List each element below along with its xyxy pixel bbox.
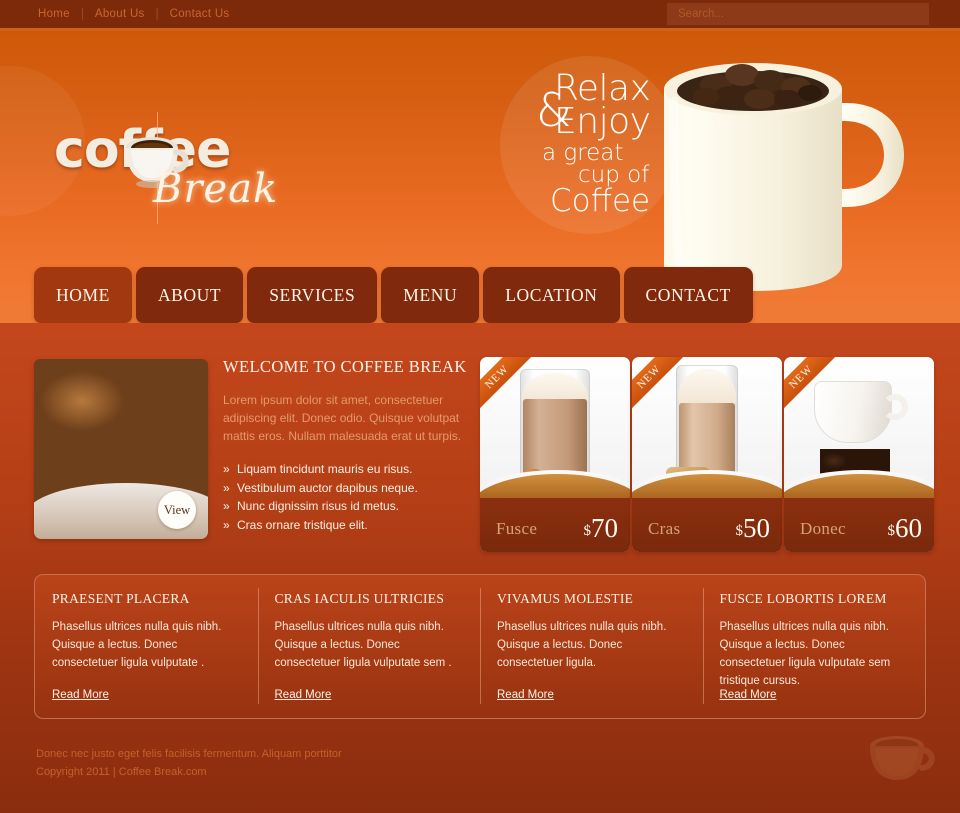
product-card-footer: Cras $50 (632, 498, 782, 552)
welcome-bullet-item: Nunc dignissim risus id metus. (223, 497, 468, 516)
footer: Donec nec justo eget felis facilisis fer… (0, 733, 960, 813)
search-box[interactable] (667, 3, 929, 25)
topbar-link-home[interactable]: Home (36, 8, 72, 20)
topbar-separator: | (80, 8, 84, 20)
welcome-heading: WELCOME TO COFFEE BREAK (223, 357, 467, 376)
main-navigation: HOME ABOUT SERVICES MENU LOCATION CONTAC… (34, 267, 753, 323)
product-name: Fusce (496, 519, 538, 538)
welcome-bullet-item: Vestibulum auctor dapibus neque. (223, 479, 468, 498)
welcome-paragraph: Lorem ipsum dolor sit amet, consectetuer… (223, 393, 462, 443)
product-name: Cras (648, 519, 681, 538)
footer-copyright: Copyright 2011 | Coffee Break.com (36, 766, 207, 778)
nav-item-services[interactable]: SERVICES (247, 267, 378, 323)
product-card-footer: Donec $60 (784, 498, 934, 552)
price-value: 70 (591, 513, 618, 543)
product-card[interactable]: NEW Donec $60 (784, 357, 934, 552)
read-more-link[interactable]: Read More (275, 689, 332, 701)
product-card-list: NEW Fusce $70 NEW Cras $50 NEW Donec $60 (480, 357, 934, 552)
read-more-link[interactable]: Read More (497, 689, 554, 701)
product-price: $70 (584, 513, 619, 544)
logo-script-text: Break (153, 166, 279, 212)
nav-item-contact[interactable]: CONTACT (623, 267, 753, 323)
topbar-link-contact-us[interactable]: Contact Us (168, 8, 232, 20)
info-box-title: CRAS IACULIS ULTRICIES (274, 591, 445, 606)
info-box: CRAS IACULIS ULTRICIES Phasellus ultrice… (257, 575, 481, 718)
read-more-link[interactable]: Read More (720, 689, 777, 701)
nav-item-home[interactable]: HOME (34, 267, 132, 323)
info-box: PRAESENT PLACERA Phasellus ultrices null… (35, 575, 258, 718)
nav-item-about[interactable]: ABOUT (135, 267, 244, 323)
price-value: 50 (743, 513, 770, 543)
topbar-link-about-us[interactable]: About Us (93, 8, 147, 20)
info-box: VIVAMUS MOLESTIE Phasellus ultrices null… (480, 575, 703, 718)
footer-text-line-1: Donec nec justo eget felis facilisis fer… (36, 748, 342, 760)
site-logo[interactable]: coffee Break (48, 112, 318, 226)
coffee-cup-icon (870, 736, 935, 780)
info-box-body: Phasellus ultrices nulla quis nibh. Quis… (497, 621, 667, 669)
slogan-ampersand: & (536, 83, 572, 137)
info-box-title: PRAESENT PLACERA (52, 591, 190, 606)
view-button[interactable]: View (158, 491, 196, 529)
price-value: 60 (895, 513, 922, 543)
product-card[interactable]: NEW Fusce $70 (480, 357, 630, 552)
welcome-bullet-item: Liquam tincidunt mauris eu risus. (223, 460, 468, 479)
info-box-body: Phasellus ultrices nulla quis nibh. Quis… (274, 621, 452, 669)
feature-image-card[interactable]: View (34, 359, 208, 539)
read-more-link[interactable]: Read More (52, 689, 109, 701)
nav-item-location[interactable]: LOCATION (483, 267, 620, 323)
product-price: $60 (888, 513, 923, 544)
product-card-footer: Fusce $70 (480, 498, 630, 552)
product-card[interactable]: NEW Cras $50 (632, 357, 782, 552)
welcome-bullet-list: Liquam tincidunt mauris eu risus. Vestib… (223, 460, 468, 534)
product-price: $50 (736, 513, 771, 544)
welcome-section: WELCOME TO COFFEE BREAK Lorem ipsum dolo… (223, 357, 468, 534)
info-box-title: VIVAMUS MOLESTIE (497, 591, 634, 606)
currency-symbol: $ (887, 523, 896, 539)
product-name: Donec (800, 519, 846, 538)
topbar-links: Home | About Us | Contact Us (36, 8, 231, 20)
info-box: FUSCE LOBORTIS LOREM Phasellus ultrices … (702, 575, 926, 718)
topbar-separator: | (155, 8, 159, 20)
topbar: Home | About Us | Contact Us (0, 0, 960, 28)
info-box-title: FUSCE LOBORTIS LOREM (719, 591, 887, 606)
currency-symbol: $ (583, 523, 592, 539)
info-boxes-panel: PRAESENT PLACERA Phasellus ultrices null… (34, 574, 926, 719)
currency-symbol: $ (735, 523, 744, 539)
search-input[interactable] (667, 3, 929, 25)
info-box-body: Phasellus ultrices nulla quis nibh. Quis… (719, 621, 891, 687)
nav-item-menu[interactable]: MENU (381, 267, 480, 323)
welcome-bullet-item: Cras ornare tristique elit. (223, 516, 468, 535)
info-box-body: Phasellus ultrices nulla quis nibh. Quis… (52, 621, 222, 669)
header-banner: & Relax Enjoy a great cup of Coffee coff… (0, 31, 960, 323)
